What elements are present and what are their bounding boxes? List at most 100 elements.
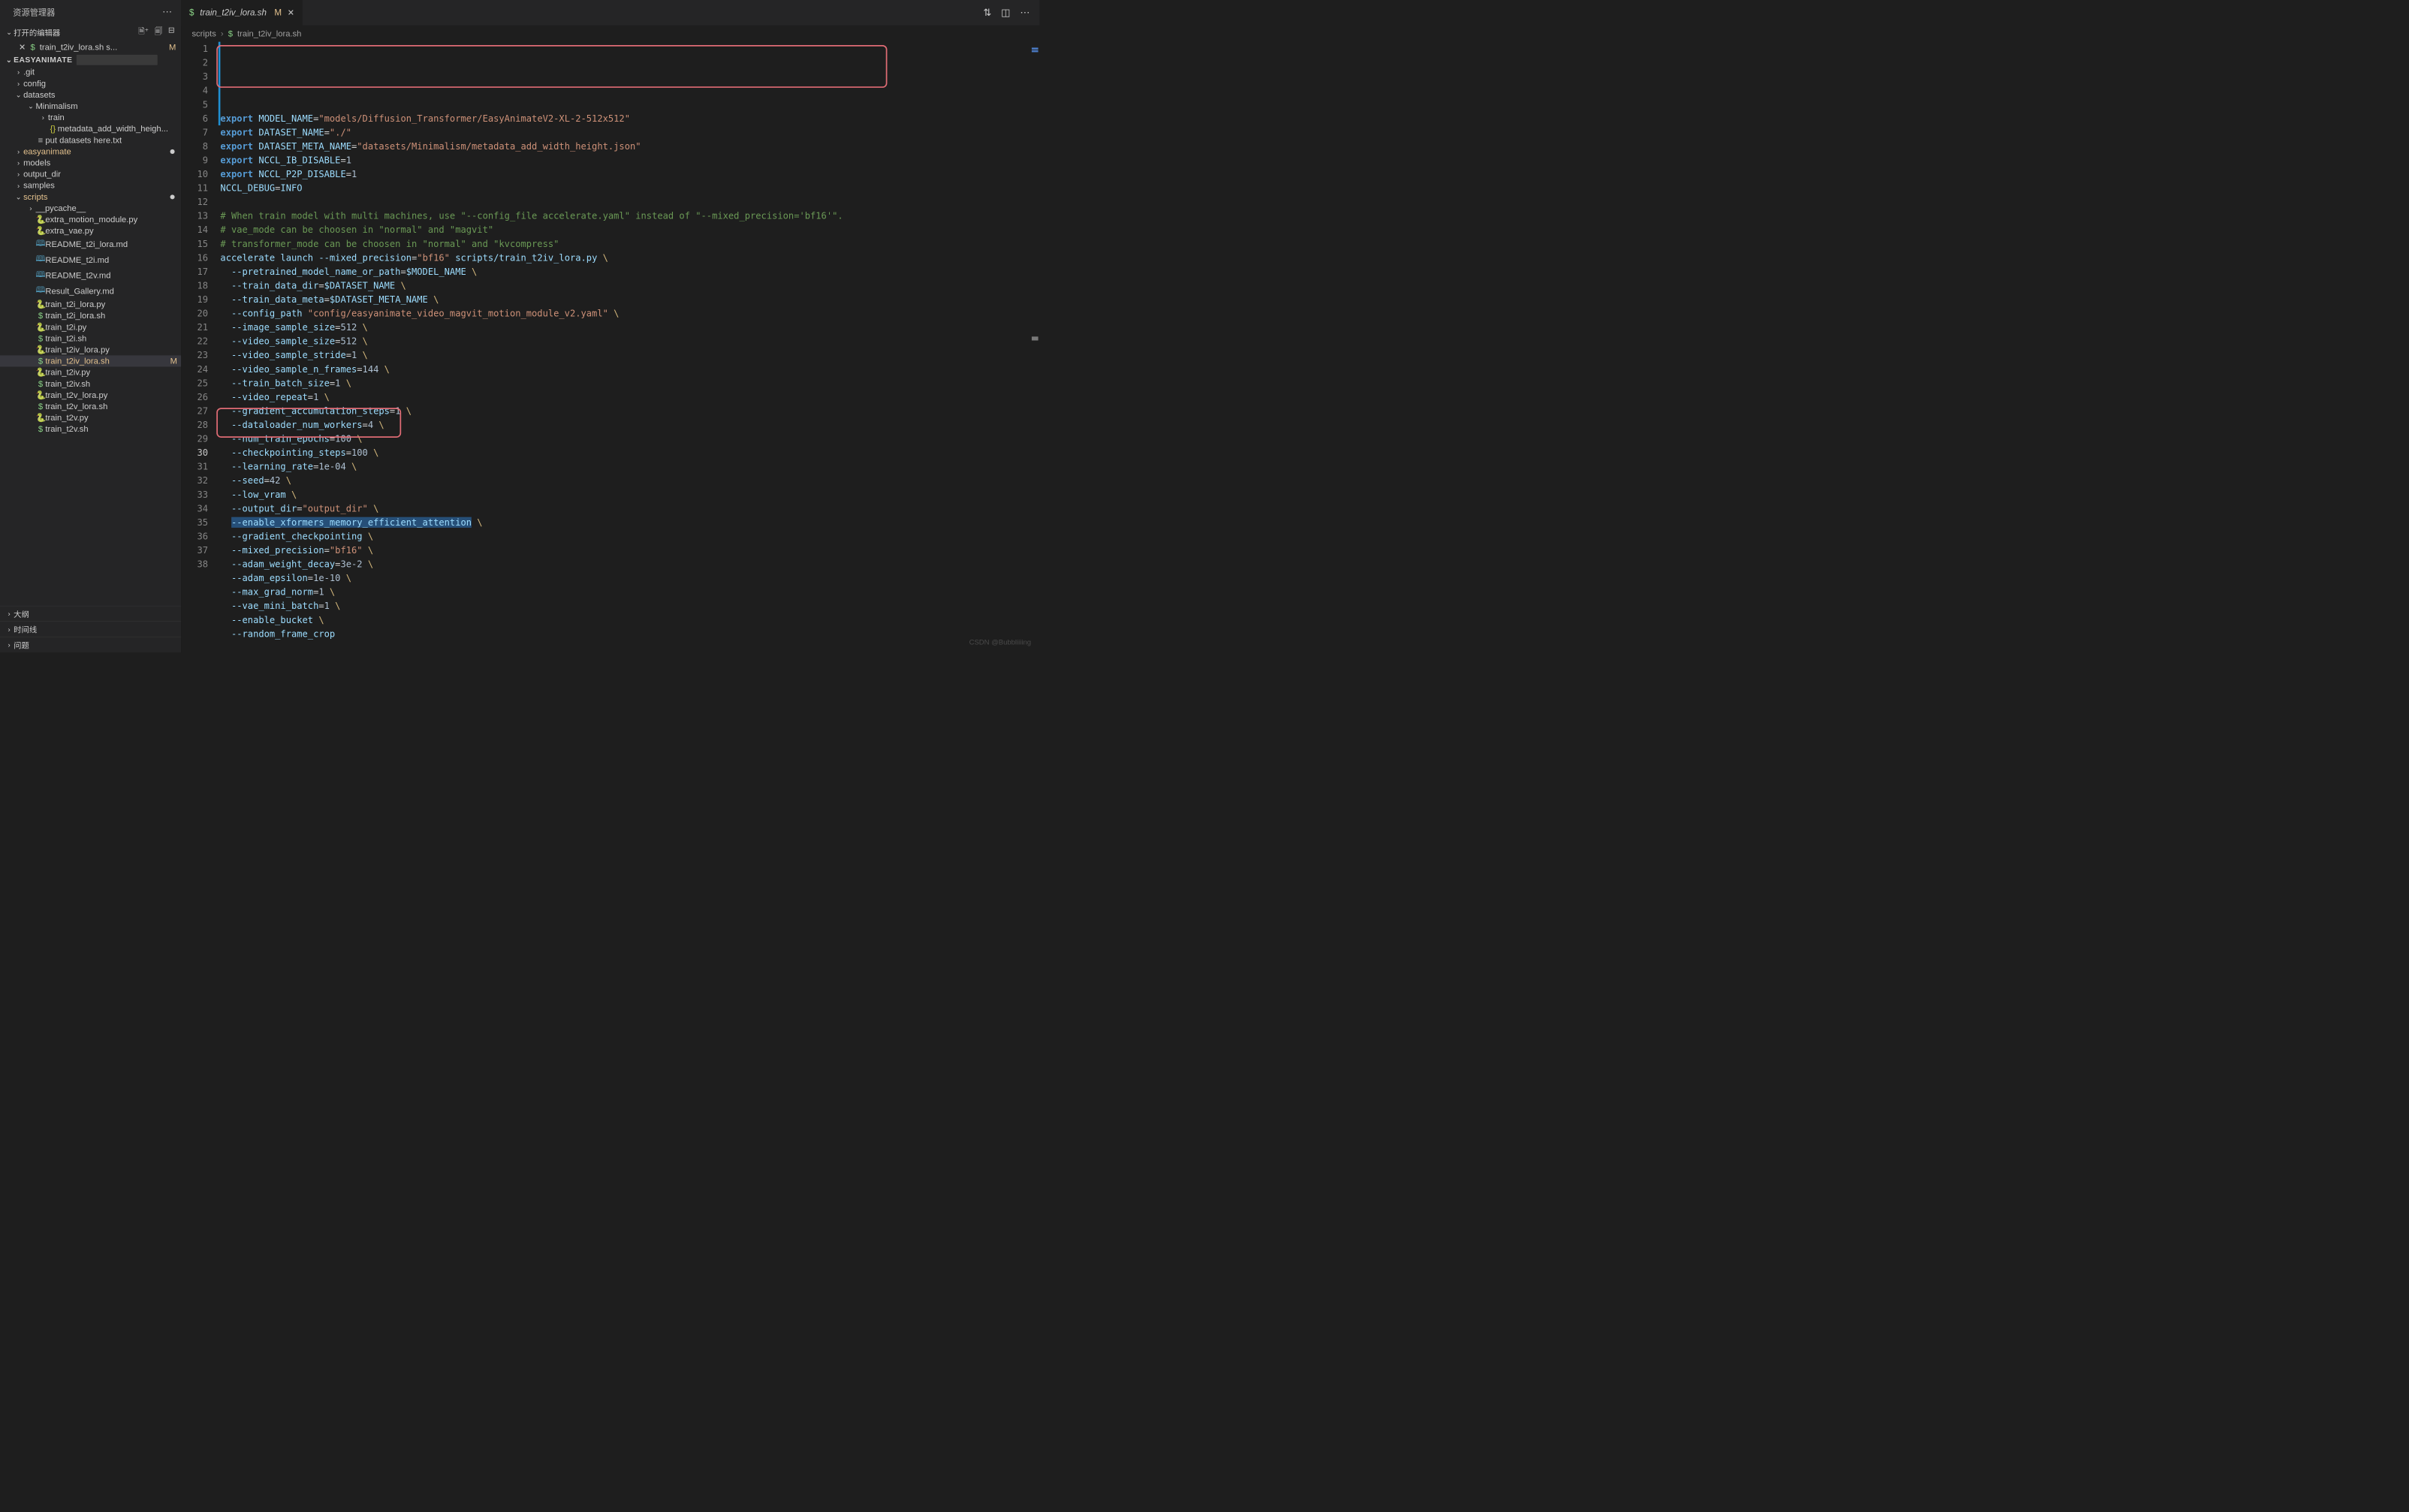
tree-folder[interactable]: ›easyanimate xyxy=(0,146,181,157)
code-line[interactable]: --train_batch_size=1 \ xyxy=(220,376,1039,390)
tree-folder[interactable]: ›__pycache__ xyxy=(0,203,181,214)
code-line[interactable]: export DATASET_META_NAME="datasets/Minim… xyxy=(220,140,1039,154)
code-content[interactable]: export MODEL_NAME="models/Diffusion_Tran… xyxy=(220,42,1039,652)
file-icon: 🕮 xyxy=(35,268,45,282)
tree-item-label: models xyxy=(23,158,177,167)
code-line[interactable]: --checkpointing_steps=100 \ xyxy=(220,446,1039,460)
tree-file[interactable]: $train_t2i.sh xyxy=(0,333,181,344)
overview-ruler[interactable] xyxy=(1030,42,1039,652)
tree-file[interactable]: 🐍train_t2v.py xyxy=(0,412,181,423)
code-line[interactable]: --mixed_precision="bf16" \ xyxy=(220,544,1039,558)
line-number: 15 xyxy=(182,236,208,251)
code-line[interactable]: export MODEL_NAME="models/Diffusion_Tran… xyxy=(220,111,1039,125)
close-all-icon[interactable]: ⊟ xyxy=(168,26,175,39)
code-line[interactable]: --random_frame_crop xyxy=(220,627,1039,641)
tree-folder[interactable]: ⌄scripts xyxy=(0,191,181,203)
tree-file[interactable]: $train_t2iv.sh xyxy=(0,378,181,390)
code-line[interactable]: --train_data_dir=$DATASET_NAME \ xyxy=(220,279,1039,293)
code-line[interactable]: NCCL_DEBUG=INFO xyxy=(220,181,1039,195)
code-line[interactable] xyxy=(220,195,1039,209)
tree-file[interactable]: 🕮README_t2v.md xyxy=(0,267,181,283)
sidebar-section[interactable]: ›大纲 xyxy=(0,606,181,622)
open-editors-section[interactable]: ⌄ 打开的编辑器 🗎⁺ 🗐 ⊟ xyxy=(0,23,181,41)
more-icon[interactable]: ⋯ xyxy=(162,6,172,17)
tree-file[interactable]: ≡put datasets here.txt xyxy=(0,134,181,146)
breadcrumb-part[interactable]: scripts xyxy=(191,29,216,38)
save-all-icon[interactable]: 🗐 xyxy=(155,26,162,39)
tree-file[interactable]: 🕮README_t2i_lora.md xyxy=(0,236,181,252)
tree-file[interactable]: $train_t2iv_lora.shM xyxy=(0,355,181,366)
workspace-header[interactable]: ⌄ EASYANIMATE xyxy=(0,53,181,66)
code-line[interactable]: --video_repeat=1 \ xyxy=(220,390,1039,405)
breadcrumb-part[interactable]: train_t2iv_lora.sh xyxy=(237,29,301,38)
code-line[interactable]: --learning_rate=1e-04 \ xyxy=(220,459,1039,474)
code-line[interactable]: --seed=42 \ xyxy=(220,474,1039,488)
open-editor-item[interactable]: ✕$train_t2iv_lora.sh s...M xyxy=(0,41,181,53)
code-line[interactable]: --num_train_epochs=100 \ xyxy=(220,432,1039,446)
split-editor-icon[interactable]: ◫ xyxy=(1001,7,1010,18)
code-line[interactable]: # vae_mode can be choosen in "normal" an… xyxy=(220,223,1039,237)
tree-folder[interactable]: ›config xyxy=(0,78,181,89)
code-line[interactable]: --image_sample_size=512 \ xyxy=(220,321,1039,335)
code-line[interactable]: --adam_weight_decay=3e-2 \ xyxy=(220,557,1039,571)
new-file-icon[interactable]: 🗎⁺ xyxy=(138,26,149,39)
code-editor[interactable]: 1234567891011121314151617181920212223242… xyxy=(182,42,1040,652)
tree-folder[interactable]: ›models xyxy=(0,157,181,168)
tree-file[interactable]: 🐍train_t2i_lora.py xyxy=(0,299,181,310)
sidebar-section[interactable]: ›时间线 xyxy=(0,622,181,637)
code-line[interactable]: # When train model with multi machines, … xyxy=(220,209,1039,223)
tree-item-label: README_t2i.md xyxy=(45,255,177,264)
code-line[interactable]: --video_sample_size=512 \ xyxy=(220,334,1039,348)
code-line[interactable]: --max_grad_norm=1 \ xyxy=(220,585,1039,599)
code-line[interactable]: --enable_bucket \ xyxy=(220,613,1039,627)
tree-file[interactable]: 🕮README_t2i.md xyxy=(0,252,181,268)
code-line[interactable]: export NCCL_IB_DISABLE=1 xyxy=(220,153,1039,167)
tree-folder[interactable]: ›output_dir xyxy=(0,168,181,179)
close-icon[interactable]: ✕ xyxy=(19,42,26,52)
tree-file[interactable]: 🕮Result_Gallery.md xyxy=(0,283,181,299)
tree-file[interactable]: 🐍extra_vae.py xyxy=(0,225,181,236)
more-actions-icon[interactable]: ⋯ xyxy=(1020,7,1030,18)
code-line[interactable]: --video_sample_stride=1 \ xyxy=(220,348,1039,363)
tree-folder[interactable]: ⌄Minimalism xyxy=(0,101,181,112)
file-icon: 🐍 xyxy=(35,345,45,354)
code-line[interactable]: --train_data_meta=$DATASET_META_NAME \ xyxy=(220,293,1039,307)
breadcrumb[interactable]: scripts › $ train_t2iv_lora.sh xyxy=(182,26,1040,42)
code-line[interactable]: export NCCL_P2P_DISABLE=1 xyxy=(220,167,1039,182)
tree-file[interactable]: 🐍train_t2iv.py xyxy=(0,366,181,378)
code-line[interactable]: --pretrained_model_name_or_path=$MODEL_N… xyxy=(220,265,1039,279)
compare-changes-icon[interactable]: ⇅ xyxy=(983,7,991,18)
tree-file[interactable]: 🐍extra_motion_module.py xyxy=(0,214,181,225)
code-line[interactable]: --gradient_checkpointing \ xyxy=(220,529,1039,544)
code-line[interactable]: --config_path "config/easyanimate_video_… xyxy=(220,306,1039,321)
code-line[interactable]: --adam_epsilon=1e-10 \ xyxy=(220,571,1039,586)
tree-folder[interactable]: ›.git xyxy=(0,66,181,77)
line-number: 34 xyxy=(182,501,208,516)
code-line[interactable]: --video_sample_n_frames=144 \ xyxy=(220,362,1039,376)
tree-file[interactable]: 🐍train_t2v_lora.py xyxy=(0,390,181,401)
code-line[interactable]: --output_dir="output_dir" \ xyxy=(220,501,1039,516)
code-line[interactable]: --vae_mini_batch=1 \ xyxy=(220,599,1039,613)
tree-item-label: .git xyxy=(23,67,177,77)
sidebar-section[interactable]: ›问题 xyxy=(0,637,181,652)
tree-folder[interactable]: ⌄datasets xyxy=(0,89,181,101)
code-line[interactable]: --low_vram \ xyxy=(220,487,1039,501)
tree-file[interactable]: {}metadata_add_width_heigh... xyxy=(0,123,181,134)
line-number: 27 xyxy=(182,404,208,418)
tree-file[interactable]: $train_t2i_lora.sh xyxy=(0,310,181,321)
tree-file[interactable]: $train_t2v_lora.sh xyxy=(0,401,181,412)
close-icon[interactable]: ✕ xyxy=(288,8,294,17)
code-line[interactable]: --dataloader_num_workers=4 \ xyxy=(220,418,1039,432)
tree-file[interactable]: $train_t2v.sh xyxy=(0,423,181,435)
tree-file[interactable]: 🐍train_t2iv_lora.py xyxy=(0,344,181,355)
code-line[interactable]: --enable_xformers_memory_efficient_atten… xyxy=(220,516,1039,530)
tree-file[interactable]: 🐍train_t2i.py xyxy=(0,321,181,333)
tab-active[interactable]: $ train_t2iv_lora.sh M ✕ xyxy=(182,0,303,26)
line-number: 10 xyxy=(182,167,208,182)
code-line[interactable]: accelerate launch --mixed_precision="bf1… xyxy=(220,251,1039,265)
tree-folder[interactable]: ›train xyxy=(0,112,181,123)
code-line[interactable]: # transformer_mode can be choosen in "no… xyxy=(220,236,1039,251)
tree-folder[interactable]: ›samples xyxy=(0,179,181,191)
code-line[interactable]: export DATASET_NAME="./" xyxy=(220,125,1039,140)
code-line[interactable]: --gradient_accumulation_steps=1 \ xyxy=(220,404,1039,418)
